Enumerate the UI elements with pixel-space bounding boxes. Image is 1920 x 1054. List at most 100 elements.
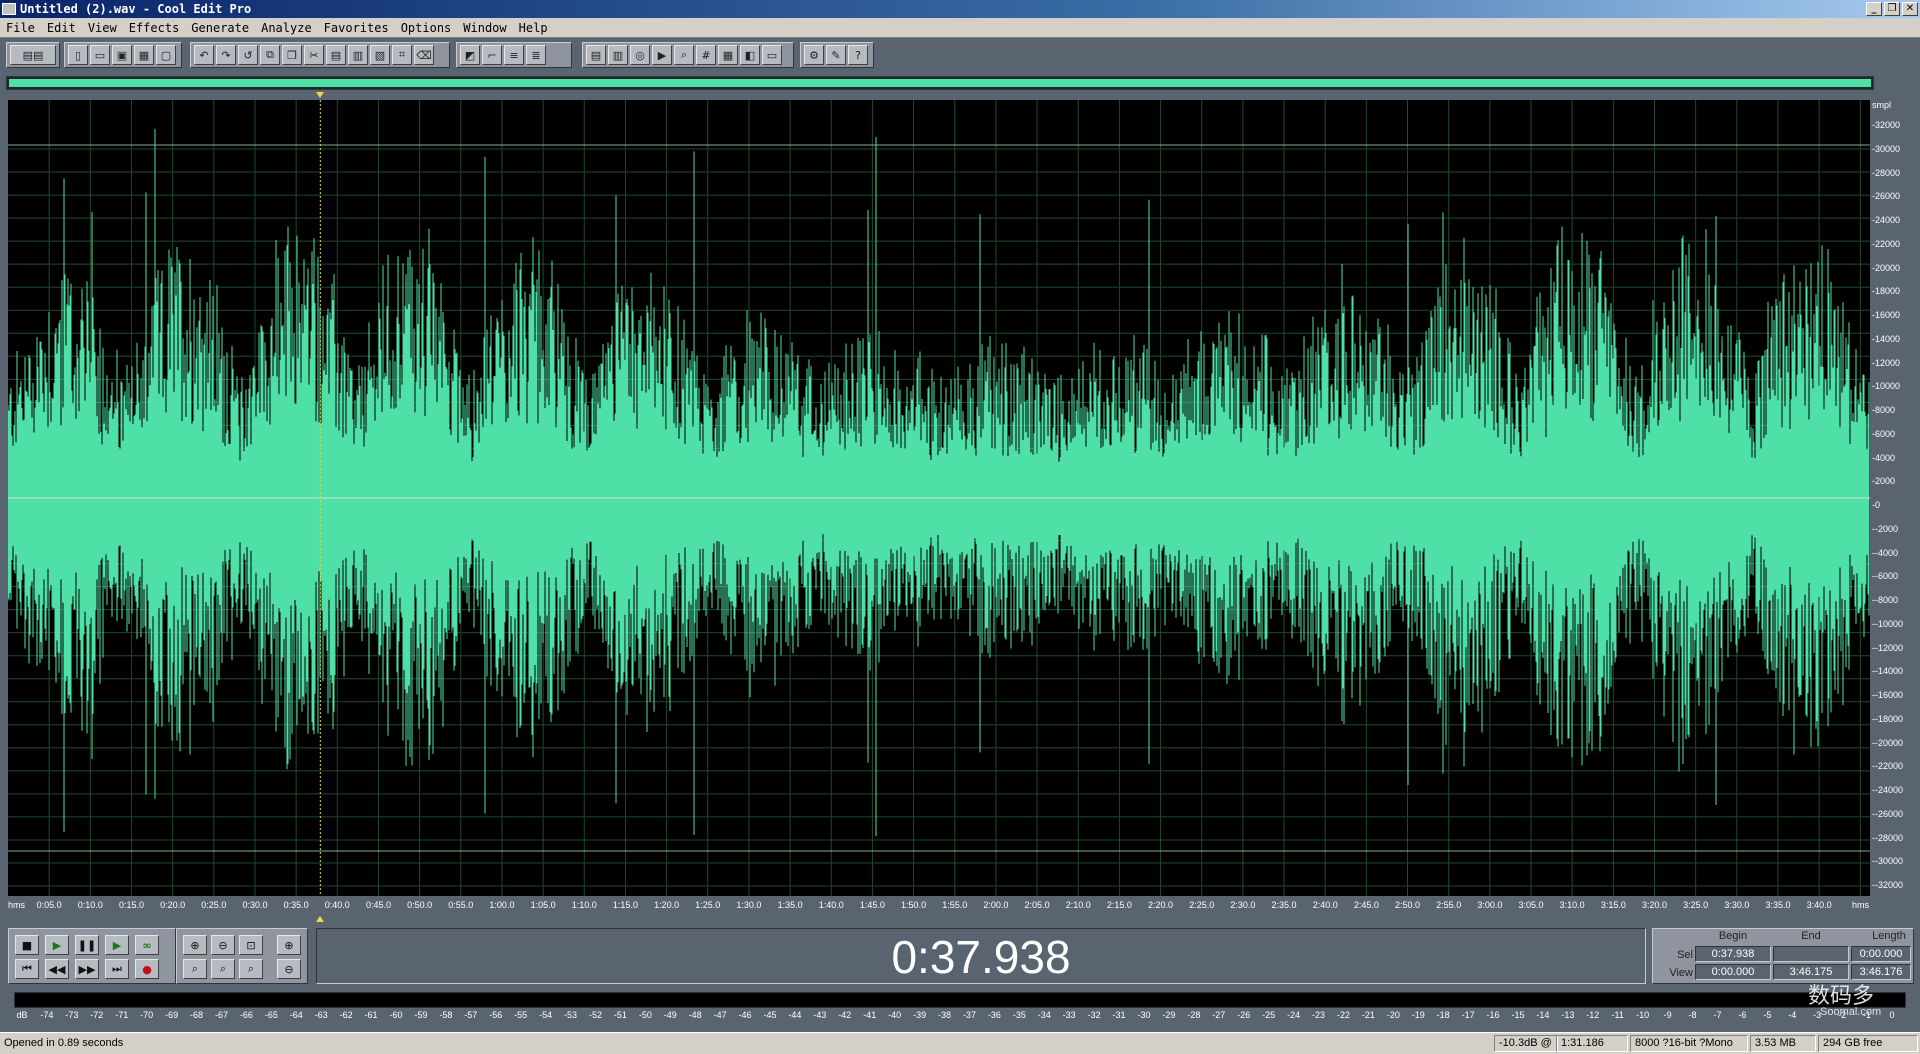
cut-icon[interactable]: ✂ xyxy=(304,45,324,65)
waveform-svg[interactable] xyxy=(8,100,1870,896)
spectral-view-icon[interactable]: ◩ xyxy=(460,45,480,65)
time-tick-label: 3:00.0 xyxy=(1477,900,1503,910)
menu-effects[interactable]: Effects xyxy=(123,18,186,38)
time-tick-label: 2:15.0 xyxy=(1106,900,1132,910)
cue-list-icon[interactable]: ▤ xyxy=(586,45,606,65)
loop-button[interactable]: ∞ xyxy=(135,935,159,955)
open-icon[interactable]: ▭ xyxy=(90,45,110,65)
amplitude-tick-label: --20000 xyxy=(1872,737,1904,748)
copy-icon[interactable]: ❐ xyxy=(282,45,302,65)
menu-edit[interactable]: Edit xyxy=(41,18,82,38)
play-list-icon[interactable]: ▥ xyxy=(608,45,628,65)
record-button[interactable]: ● xyxy=(135,959,159,979)
wave-props-icon[interactable]: ≣ xyxy=(526,45,546,65)
stop-button[interactable]: ■ xyxy=(15,935,39,955)
time-tick-label: 1:30.0 xyxy=(736,900,762,910)
sel-begin-field[interactable]: 0:37.938 xyxy=(1695,946,1771,962)
time-tick-label: 2:50.0 xyxy=(1395,900,1421,910)
marker-icon[interactable]: ◎ xyxy=(630,45,650,65)
minimize-button[interactable]: _ xyxy=(1866,2,1882,16)
close-file-icon[interactable]: ▢ xyxy=(156,45,176,65)
amplitude-tick-label: --14000 xyxy=(1872,666,1904,677)
zoom-right-icon[interactable]: ⌕ xyxy=(211,959,235,979)
play-button[interactable]: ▶ xyxy=(45,935,69,955)
multitrack-toggle-icon[interactable]: ▤▤ xyxy=(10,45,56,65)
rewind-button[interactable]: ◀◀ xyxy=(45,959,69,979)
go-start-button[interactable]: ⏮ xyxy=(15,959,39,979)
cursor-bottom-marker[interactable] xyxy=(316,916,324,922)
menu-window[interactable]: Window xyxy=(457,18,512,38)
cursor-top-marker[interactable] xyxy=(316,92,324,98)
waveform-display[interactable] xyxy=(8,100,1870,896)
time-tick-label: 2:00.0 xyxy=(983,900,1009,910)
menu-favorites[interactable]: Favorites xyxy=(318,18,395,38)
playback-icon[interactable]: ▶ xyxy=(652,45,672,65)
close-icon2[interactable]: ▭ xyxy=(762,45,782,65)
repeat-icon[interactable]: ↺ xyxy=(238,45,258,65)
redo-icon[interactable]: ↷ xyxy=(216,45,236,65)
zoom-selection-icon[interactable]: ⌕ xyxy=(239,959,263,979)
close-button[interactable]: ✕ xyxy=(1902,2,1918,16)
level-tick-label: -32 xyxy=(1087,1010,1101,1020)
zoom-full-icon[interactable]: ⊡ xyxy=(239,935,263,955)
menu-file[interactable]: File xyxy=(0,18,41,38)
level-tick-label: -28 xyxy=(1187,1010,1201,1020)
zoom-in-vertical-icon[interactable]: ⊕ xyxy=(277,935,301,955)
level-tick-label: -54 xyxy=(539,1010,553,1020)
toolbar-group-misc: ⚙ ✎ ? xyxy=(800,42,874,68)
mix-icon[interactable]: ≡ xyxy=(504,45,524,65)
amplitude-tick-label: -30000 xyxy=(1872,143,1901,154)
overview-range[interactable] xyxy=(9,79,1871,87)
save-icon[interactable]: ▣ xyxy=(112,45,132,65)
amplitude-tick-label: -12000 xyxy=(1872,357,1901,368)
view-begin-field[interactable]: 0:00.000 xyxy=(1695,964,1771,980)
level-tick-label: -42 xyxy=(838,1010,852,1020)
mix-paste-icon[interactable]: ▧ xyxy=(370,45,390,65)
status-position: 1:31.186 xyxy=(1556,1035,1628,1052)
menu-help[interactable]: Help xyxy=(513,18,554,38)
pause-button[interactable]: ❚❚ xyxy=(75,935,99,955)
time-tick-label: 0:35.0 xyxy=(283,900,309,910)
sel-end-field[interactable] xyxy=(1773,946,1849,962)
level-tick-label: -11 xyxy=(1611,1010,1624,1020)
level-tick-label: -52 xyxy=(588,1010,602,1020)
help-icon[interactable]: ? xyxy=(848,45,868,65)
paste-icon[interactable]: ▤ xyxy=(326,45,346,65)
forward-button[interactable]: ▶▶ xyxy=(75,959,99,979)
menu-analyze[interactable]: Analyze xyxy=(255,18,318,38)
go-end-button[interactable]: ⏭ xyxy=(105,959,129,979)
menu-generate[interactable]: Generate xyxy=(185,18,255,38)
scripts-icon[interactable]: ✎ xyxy=(826,45,846,65)
time-format-icon[interactable]: # xyxy=(696,45,716,65)
level-tick-label: -38 xyxy=(938,1010,952,1020)
sel-length-field[interactable]: 0:00.000 xyxy=(1851,946,1911,962)
info-icon[interactable]: ◧ xyxy=(740,45,760,65)
waveform-overview[interactable] xyxy=(6,76,1874,90)
find-icon[interactable]: ⌕ xyxy=(674,45,694,65)
crop-icon[interactable]: ⌗ xyxy=(392,45,412,65)
save-all-icon[interactable]: ▦ xyxy=(134,45,154,65)
menu-view[interactable]: View xyxy=(82,18,123,38)
zoom-in-horizontal-icon[interactable]: ⊕ xyxy=(183,935,207,955)
time-tick-label: 3:10.0 xyxy=(1559,900,1585,910)
menu-options[interactable]: Options xyxy=(395,18,458,38)
sample-icon[interactable]: ▦ xyxy=(718,45,738,65)
delete-icon[interactable]: ⌫ xyxy=(414,45,434,65)
paste-new-icon[interactable]: ▥ xyxy=(348,45,368,65)
restore-button[interactable]: ❐ xyxy=(1884,2,1900,16)
zoom-out-horizontal-icon[interactable]: ⊖ xyxy=(211,935,235,955)
level-tick-label: -44 xyxy=(788,1010,802,1020)
copy-new-icon[interactable]: ⧉ xyxy=(260,45,280,65)
amplitude-tick-label: --30000 xyxy=(1872,856,1904,867)
level-tick-label: -68 xyxy=(190,1010,204,1020)
zoom-out-vertical-icon[interactable]: ⊖ xyxy=(277,959,301,979)
play-to-end-button[interactable]: ▶ xyxy=(105,935,129,955)
envelope-icon[interactable]: ⌐ xyxy=(482,45,502,65)
status-level: -10.3dB @ xyxy=(1494,1035,1558,1052)
zoom-left-icon[interactable]: ⌕ xyxy=(183,959,207,979)
level-tick-label: -60 xyxy=(389,1010,403,1020)
new-icon[interactable]: ▯ xyxy=(68,45,88,65)
level-meter-bar xyxy=(14,992,1906,1008)
settings-icon[interactable]: ⚙ xyxy=(804,45,824,65)
undo-icon[interactable]: ↶ xyxy=(194,45,214,65)
